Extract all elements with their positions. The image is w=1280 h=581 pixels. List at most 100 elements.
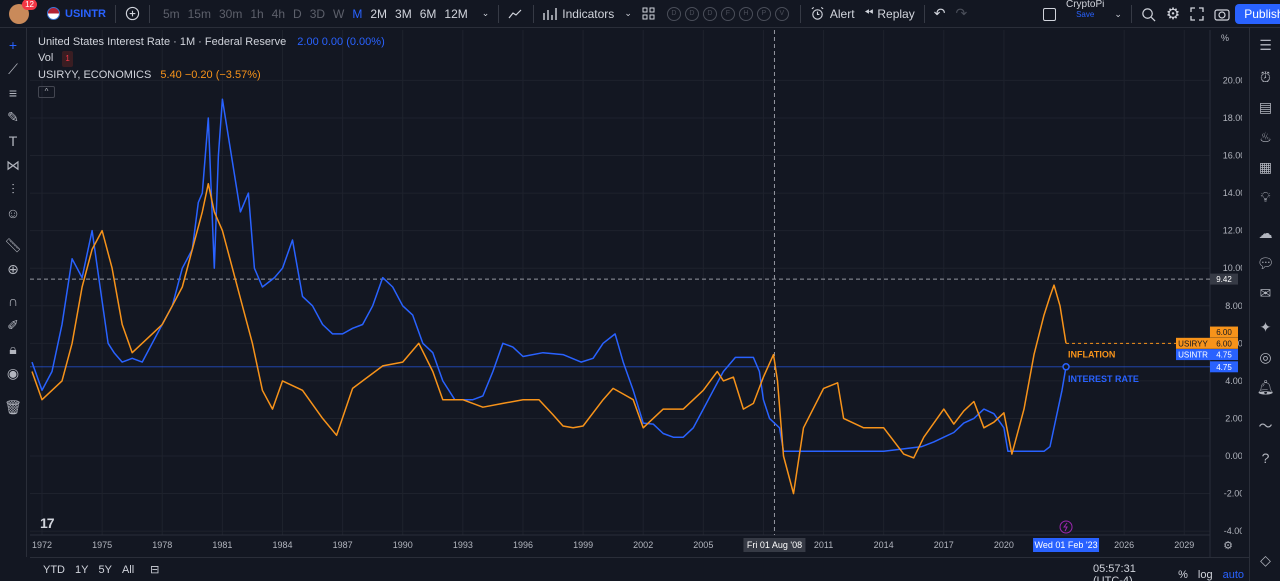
- range-1y[interactable]: 1Y: [70, 564, 93, 576]
- usiryy-value-tag: 6.00: [1216, 328, 1232, 337]
- emoji-icon[interactable]: ☺: [4, 204, 22, 222]
- timeframe-4h[interactable]: 4h: [268, 7, 289, 21]
- layout-dropdown[interactable]: ⌄: [1109, 0, 1127, 28]
- data-window-icon[interactable]: ▤: [1256, 98, 1275, 117]
- user-menu[interactable]: 12: [0, 0, 37, 28]
- layouts-button[interactable]: [637, 0, 660, 28]
- range-ytd[interactable]: YTD: [38, 564, 70, 576]
- broadcast-icon[interactable]: ◎: [1256, 348, 1275, 367]
- timeframe-3d[interactable]: 3D: [306, 7, 329, 21]
- divider: [799, 4, 801, 23]
- hotlist-icon[interactable]: ♨: [1256, 128, 1275, 147]
- calendar-icon[interactable]: ▦: [1256, 158, 1275, 177]
- template-button[interactable]: V: [774, 6, 789, 21]
- goto-date-button[interactable]: ⊟: [145, 563, 164, 576]
- lock-drawings-icon[interactable]: ✐: [4, 316, 22, 334]
- y-tick-label: 4.00: [1225, 376, 1242, 386]
- indicator-name[interactable]: USIRYY, ECONOMICS: [38, 69, 151, 81]
- log-toggle[interactable]: log: [1193, 569, 1218, 581]
- collapse-legend-button[interactable]: ^: [38, 86, 55, 98]
- crosshair-icon[interactable]: +: [4, 36, 22, 54]
- magnet-icon[interactable]: ∩: [4, 292, 22, 310]
- divider: [114, 4, 116, 23]
- chats-icon[interactable]: 💬︎: [1256, 254, 1275, 273]
- lock-icon[interactable]: 🔒︎: [4, 340, 22, 358]
- screener-icon[interactable]: 〜: [1256, 416, 1275, 435]
- timeframe-15m[interactable]: 15m: [184, 7, 215, 21]
- timeframe-30m[interactable]: 30m: [215, 7, 246, 21]
- range-all[interactable]: All: [117, 564, 139, 576]
- chart-area[interactable]: 20.0018.0016.0014.0012.0010.008.006.004.…: [30, 30, 1242, 557]
- fib-retracement-icon[interactable]: ≡: [4, 84, 22, 102]
- template-button[interactable]: D: [702, 6, 717, 21]
- fullscreen-button[interactable]: [1185, 0, 1209, 28]
- axis-settings-icon[interactable]: ⚙: [1223, 539, 1233, 552]
- percent-toggle[interactable]: %: [1173, 569, 1193, 581]
- timeframe-dropdown[interactable]: ⌄: [477, 0, 495, 28]
- template-button[interactable]: P: [756, 6, 771, 21]
- avatar[interactable]: 12: [9, 0, 37, 24]
- interest-rate-annotation[interactable]: INTEREST RATE: [1068, 374, 1139, 384]
- replay-button[interactable]: ⏪︎ Replay: [860, 0, 920, 28]
- layout-title: CryptoPi: [1066, 0, 1105, 10]
- timeframe-d[interactable]: D: [289, 7, 306, 21]
- symbol-search[interactable]: USINTR: [42, 0, 111, 28]
- timeframe-1h[interactable]: 1h: [246, 7, 267, 21]
- indicators-button[interactable]: Indicators ⌄: [538, 0, 637, 28]
- alarm-clock-icon[interactable]: ⏰︎: [1256, 68, 1275, 87]
- template-button[interactable]: D: [666, 6, 681, 21]
- search-button[interactable]: [1136, 0, 1161, 28]
- timeframe-w[interactable]: W: [329, 7, 348, 21]
- help-icon[interactable]: ?: [1256, 448, 1275, 467]
- prediction-icon[interactable]: ⫶: [4, 180, 22, 198]
- undo-button[interactable]: ↶: [929, 0, 951, 28]
- timeframe-m[interactable]: M: [348, 7, 366, 21]
- messages-icon[interactable]: ✉: [1256, 284, 1275, 303]
- text-tool-icon[interactable]: T: [4, 132, 22, 150]
- layout-name[interactable]: CryptoPi Save: [1061, 0, 1109, 28]
- timeframe-6m[interactable]: 6M: [416, 7, 441, 21]
- zoom-in-icon[interactable]: ⊕: [4, 260, 22, 278]
- layers-icon[interactable]: ◇: [1256, 551, 1275, 570]
- trash-icon[interactable]: 🗑︎: [4, 398, 22, 416]
- brush-icon[interactable]: ✎: [4, 108, 22, 126]
- publish-button[interactable]: Publish: [1235, 4, 1280, 24]
- template-button[interactable]: F: [720, 6, 735, 21]
- volume-label[interactable]: Vol: [38, 52, 53, 64]
- streams-icon[interactable]: ☁: [1256, 224, 1275, 243]
- usintr-last-tag: 4.75: [1216, 363, 1232, 372]
- inflation-annotation[interactable]: INFLATION: [1068, 350, 1115, 360]
- auto-toggle[interactable]: auto: [1218, 569, 1249, 581]
- trend-line-icon[interactable]: ⟋: [4, 60, 22, 78]
- timeframe-3m[interactable]: 3M: [391, 7, 416, 21]
- chart-type-button[interactable]: [503, 0, 529, 28]
- template-button[interactable]: D: [684, 6, 699, 21]
- template-button[interactable]: H: [738, 6, 753, 21]
- bottom-toolbar: YTD 1Y 5Y All ⊟ 05:57:31 (UTC-4) % log auto: [30, 557, 1249, 581]
- snapshot-button[interactable]: [1209, 0, 1235, 28]
- ruler-icon[interactable]: 📏︎: [4, 236, 22, 254]
- timeframe-2m[interactable]: 2M: [366, 7, 391, 21]
- indicators-label: Indicators: [562, 6, 615, 21]
- date-ranges: YTD 1Y 5Y All: [38, 564, 139, 576]
- tradingview-logo[interactable]: 17: [40, 515, 55, 531]
- chart-canvas[interactable]: 20.0018.0016.0014.0012.0010.008.006.004.…: [30, 30, 1242, 557]
- x-tick-label: 1978: [152, 540, 172, 550]
- settings-button[interactable]: ⚙: [1161, 0, 1185, 28]
- series-title[interactable]: United States Interest Rate · 1M · Feder…: [38, 36, 286, 48]
- watchlist-icon[interactable]: ☰: [1256, 36, 1275, 55]
- redo-button[interactable]: ↷: [950, 0, 972, 28]
- ideas-icon[interactable]: 💡︎: [1256, 188, 1275, 207]
- compare-button[interactable]: [120, 0, 145, 28]
- y-tick-label: 20.00: [1223, 75, 1242, 85]
- alert-button[interactable]: Alert: [805, 0, 860, 28]
- notifications-icon[interactable]: 🔔︎: [1256, 378, 1275, 397]
- timeframe-12m[interactable]: 12M: [440, 7, 471, 21]
- clock[interactable]: 05:57:31 (UTC-4): [1088, 563, 1167, 581]
- pine-editor-icon[interactable]: ✦: [1256, 318, 1275, 337]
- eye-icon[interactable]: ◉: [4, 364, 22, 382]
- fullscreen-toggle[interactable]: [1038, 0, 1061, 28]
- range-5y[interactable]: 5Y: [93, 564, 116, 576]
- timeframe-5m[interactable]: 5m: [159, 7, 184, 21]
- pattern-icon[interactable]: ⋈: [4, 156, 22, 174]
